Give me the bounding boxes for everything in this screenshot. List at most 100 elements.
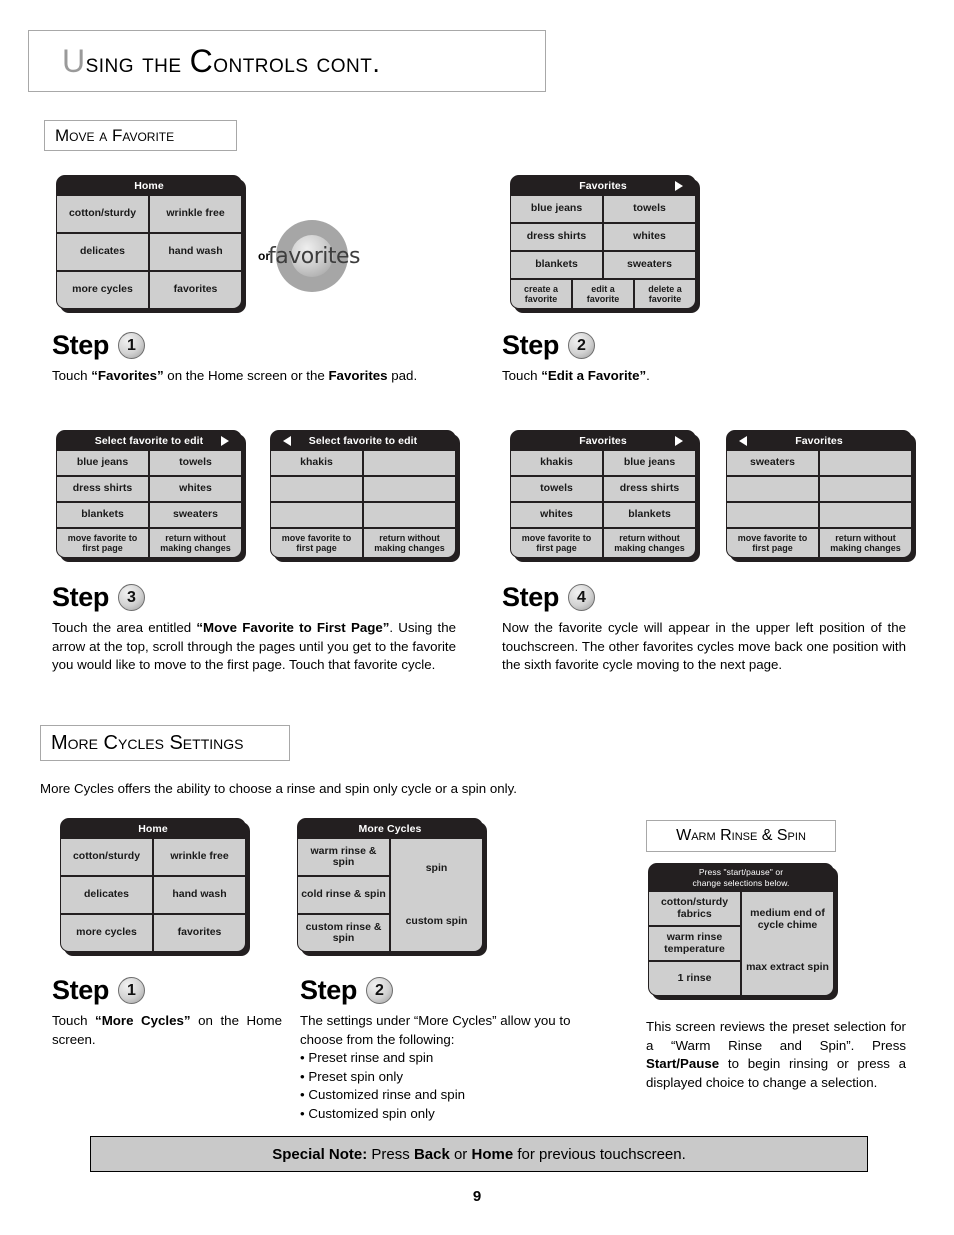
touch-cell-empty[interactable] [364,451,455,475]
favorites-knob[interactable]: favorites [268,220,361,292]
panel-header-label: Favorites [795,435,843,447]
touch-cell[interactable]: hand wash [150,234,241,270]
touch-cell-empty[interactable] [820,503,911,527]
touchscreen-favorites-1[interactable]: Favorites blue jeans towels dress shirts… [510,175,700,313]
action-cell-move-favorite[interactable]: move favorite to first page [271,529,362,557]
touchscreen-favorites-after-p2[interactable]: Favorites sweaters move favorite to firs… [726,430,916,562]
action-cell-create-favorite[interactable]: create a favorite [511,280,571,308]
touch-cell[interactable]: blankets [604,503,695,527]
touchscreen-favorites-after-p1[interactable]: Favorites khakis blue jeans towels dress… [510,430,700,562]
action-cell-return[interactable]: return without making changes [604,529,695,557]
touchscreen-more-cycles[interactable]: More Cycles warm rinse & spin cold rinse… [297,818,487,956]
next-page-arrow-icon[interactable] [675,181,683,191]
touch-cell[interactable]: dress shirts [57,477,148,501]
section-heading-warm-rinse-spin: Warm Rinse & Spin [646,820,836,852]
touch-cell[interactable]: dress shirts [511,224,602,250]
touch-cell-custom-rinse-spin[interactable]: custom rinse & spin [298,915,389,951]
page-title-rest: sing the [85,47,190,78]
action-cell-move-favorite[interactable]: move favorite to first page [57,529,148,557]
panel-grid: cotton/sturdy wrinkle free delicates han… [57,196,241,308]
page-title-c: C [189,42,214,79]
touch-cell[interactable]: whites [511,503,602,527]
touch-cell[interactable]: blue jeans [604,451,695,475]
touch-cell-empty[interactable] [271,477,362,501]
action-cell-move-favorite[interactable]: move favorite to first page [511,529,602,557]
touch-cell-empty[interactable] [727,477,818,501]
step-label: Step [502,582,559,612]
action-cell-move-favorite[interactable]: move favorite to first page [727,529,818,557]
touch-cell[interactable]: towels [604,196,695,222]
next-page-arrow-icon[interactable] [675,436,683,446]
touch-cell[interactable]: cotton/sturdy [61,839,152,875]
touch-cell-spin[interactable]: spin [391,839,482,898]
touch-cell[interactable]: sweaters [727,451,818,475]
section-heading-warm-rinse-label: Warm Rinse & Spin [676,827,806,844]
action-cell-edit-favorite[interactable]: edit a favorite [573,280,633,308]
touch-cell-chime-setting[interactable]: medium end of cycle chime [742,892,833,947]
touch-cell-warm-rinse-spin[interactable]: warm rinse & spin [298,839,389,875]
action-cell-return[interactable]: return without making changes [150,529,241,557]
touchscreen-select-favorite-p2[interactable]: Select favorite to edit khakis move favo… [270,430,460,562]
previous-page-arrow-icon[interactable] [283,436,291,446]
action-cell-return[interactable]: return without making changes [820,529,911,557]
touch-cell[interactable]: hand wash [154,877,245,913]
step-label: Step [52,975,109,1005]
touchscreen-home-2[interactable]: Home cotton/sturdy wrinkle free delicate… [60,818,250,956]
touch-cell[interactable]: dress shirts [604,477,695,501]
touch-cell-fabric-setting[interactable]: cotton/sturdy fabrics [649,892,740,925]
touch-cell-empty[interactable] [364,503,455,527]
touch-cell[interactable]: blankets [57,503,148,527]
action-cell-return[interactable]: return without making changes [364,529,455,557]
touch-cell[interactable]: more cycles [61,915,152,951]
touch-cell-rinse-count[interactable]: 1 rinse [649,962,740,995]
list-item: Customized rinse and spin [300,1086,600,1105]
touch-cell-empty[interactable] [364,477,455,501]
action-cell-delete-favorite[interactable]: delete a favorite [635,280,695,308]
touch-cell[interactable]: khakis [511,451,602,475]
touch-cell-cold-rinse-spin[interactable]: cold rinse & spin [298,877,389,913]
touch-cell-empty[interactable] [727,503,818,527]
touch-cell[interactable]: wrinkle free [150,196,241,232]
touch-cell[interactable]: sweaters [150,503,241,527]
touch-cell[interactable]: blue jeans [511,196,602,222]
touch-cell-empty[interactable] [271,503,362,527]
touch-cell[interactable]: delicates [61,877,152,913]
touch-cell[interactable]: wrinkle free [154,839,245,875]
touch-cell[interactable]: cotton/sturdy [57,196,148,232]
step-2-heading: Step 2 [502,330,902,361]
next-page-arrow-icon[interactable] [221,436,229,446]
section-heading-more-cycles-label: More Cycles Settings [51,731,244,754]
more-cycles-options-list: Preset rinse and spin Preset spin only C… [300,1049,600,1123]
touch-cell[interactable]: favorites [150,272,241,308]
panel-grid: blue jeans towels dress shirts whites bl… [511,196,695,278]
touch-cell[interactable]: favorites [154,915,245,951]
panel-grid: khakis blue jeans towels dress shirts wh… [511,451,695,527]
step-5-text: Touch “More Cycles” on the Home screen. [52,1012,282,1049]
touch-cell[interactable]: blue jeans [57,451,148,475]
touch-cell[interactable]: blankets [511,252,602,278]
touch-cell[interactable]: more cycles [57,272,148,308]
touch-cell[interactable]: whites [150,477,241,501]
step-label: Step [52,330,109,360]
touch-cell[interactable]: towels [511,477,602,501]
touch-cell[interactable]: towels [150,451,241,475]
touchscreen-home-1[interactable]: Home cotton/sturdy wrinkle free delicate… [56,175,246,313]
panel-header: More Cycles [298,819,482,839]
touchscreen-select-favorite-p1[interactable]: Select favorite to edit blue jeans towel… [56,430,246,562]
touch-cell[interactable]: sweaters [604,252,695,278]
touch-cell-rinse-temperature[interactable]: warm rinse temperature [649,927,740,960]
text-run: This screen reviews the preset selection… [646,1019,906,1053]
previous-page-arrow-icon[interactable] [739,436,747,446]
touch-cell-empty[interactable] [820,451,911,475]
touchscreen-warm-rinse-spin[interactable]: Press "start/pause" or change selections… [648,863,838,1000]
touch-cell[interactable]: whites [604,224,695,250]
touch-cell[interactable]: delicates [57,234,148,270]
touch-cell-empty[interactable] [820,477,911,501]
touch-cell-custom-spin[interactable]: custom spin [391,892,482,951]
special-note-label: Special Note: [272,1145,368,1163]
touch-cell[interactable]: khakis [271,451,362,475]
favorites-knob-label: favorites [268,243,361,269]
text-run: Touch the area entitled [52,620,197,635]
touch-cell-spin-setting[interactable]: max extract spin [742,940,833,995]
panel-header-label: Favorites [579,180,627,192]
